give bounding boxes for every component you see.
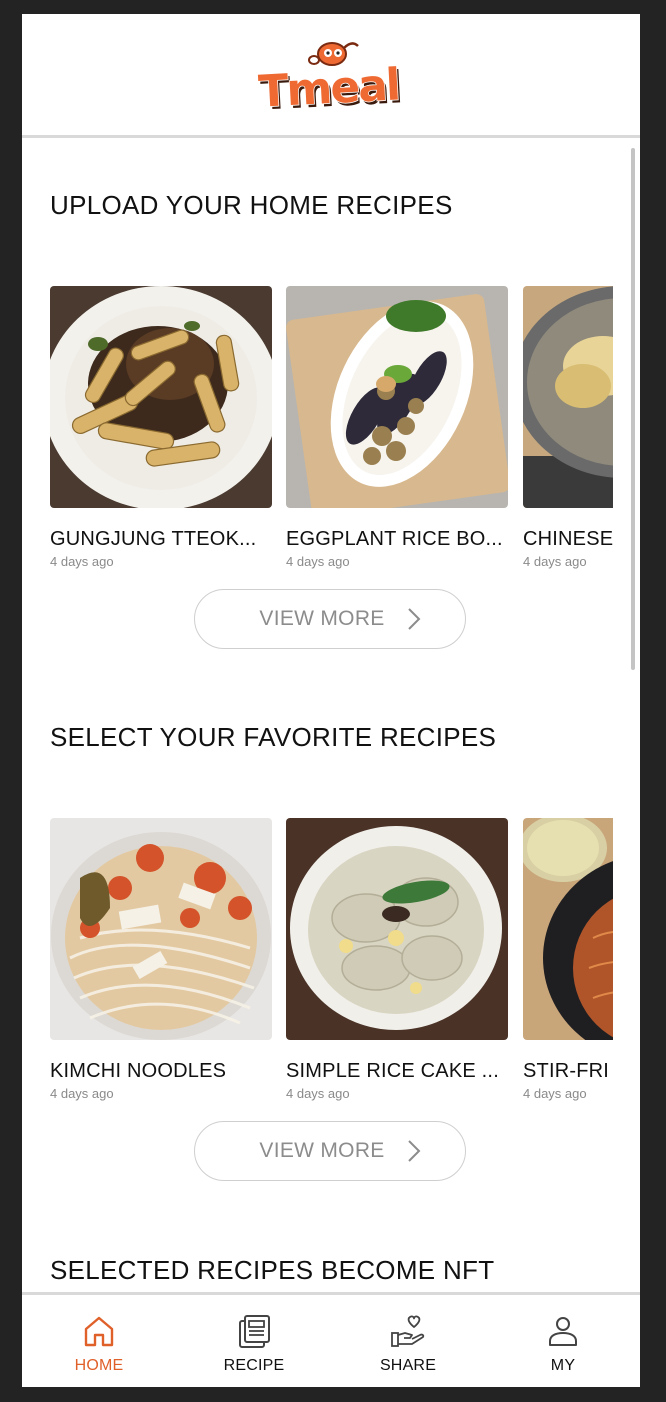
recipe-photo-stir-fried-noodles[interactable] [523, 818, 613, 1040]
recipe-card-title[interactable]: CHINESE [523, 528, 613, 551]
app-header: Tmeal Tmeal [22, 14, 640, 138]
recipe-card-title[interactable]: SIMPLE RICE CAKE ... [286, 1060, 512, 1083]
recipe-card-timestamp: 4 days ago [286, 1086, 350, 1101]
recipe-card-timestamp: 4 days ago [50, 1086, 114, 1101]
tmeal-logo[interactable]: Tmeal Tmeal [248, 36, 414, 116]
section-title: UPLOAD YOUR HOME RECIPES [50, 190, 453, 220]
view-more-button[interactable]: VIEW MORE [194, 1121, 466, 1181]
recipe-photo-eggplant-rice-bowl[interactable] [286, 286, 508, 508]
recipe-card[interactable]: GUNGJUNG TTEOK... 4 days ago [50, 286, 272, 569]
bottom-navigation: HOME RECIPE SHARE MY [22, 1292, 640, 1387]
recipe-card-title[interactable]: EGGPLANT RICE BO... [286, 528, 512, 551]
view-more-label: VIEW MORE [259, 1139, 385, 1162]
recipe-photo-chinese-dish[interactable] [523, 286, 613, 508]
recipe-photo-kimchi-noodles[interactable] [50, 818, 272, 1040]
svg-text:Tmeal: Tmeal [257, 59, 400, 116]
recipe-card[interactable]: EGGPLANT RICE BO... 4 days ago [286, 286, 508, 569]
recipe-card-title[interactable]: KIMCHI NOODLES [50, 1060, 276, 1083]
chevron-right-icon [407, 1140, 421, 1162]
nav-label: HOME [74, 1357, 124, 1374]
recipe-card[interactable]: SIMPLE RICE CAKE ... 4 days ago [286, 818, 508, 1101]
nav-item-my[interactable]: MY [498, 1295, 628, 1387]
recipe-card[interactable]: STIR-FRI 4 days ago [523, 818, 613, 1101]
section-title: SELECTED RECIPES BECOME NFT [50, 1255, 495, 1285]
recipe-card[interactable]: KIMCHI NOODLES 4 days ago [50, 818, 272, 1101]
recipe-icon [239, 1315, 270, 1348]
app-frame: Tmeal Tmeal UPLOAD YOUR HOME RECIPES GUN… [22, 14, 640, 1387]
recipe-carousel[interactable]: GUNGJUNG TTEOK... 4 days ago EGGPLANT RI… [50, 286, 613, 586]
recipe-card[interactable]: CHINESE 4 days ago [523, 286, 613, 569]
recipe-card-timestamp: 4 days ago [50, 554, 114, 569]
nav-label: SHARE [379, 1357, 437, 1374]
nav-label: RECIPE [223, 1357, 285, 1374]
nav-item-home[interactable]: HOME [34, 1295, 164, 1387]
recipe-photo-dumpling-soup[interactable] [286, 818, 508, 1040]
share-heart-hand-icon [391, 1315, 425, 1347]
scrollbar-thumb[interactable] [631, 148, 635, 670]
user-icon [549, 1317, 577, 1346]
nav-item-recipe[interactable]: RECIPE [189, 1295, 319, 1387]
home-feed[interactable]: UPLOAD YOUR HOME RECIPES GUNGJUNG TTEOK.… [22, 138, 640, 1292]
section-title: SELECT YOUR FAVORITE RECIPES [50, 722, 497, 752]
logo-wordmark: Tmeal Tmeal [256, 59, 402, 116]
recipe-card-timestamp: 4 days ago [523, 1086, 587, 1101]
nav-label: MY [550, 1357, 576, 1374]
nav-item-share[interactable]: SHARE [343, 1295, 473, 1387]
recipe-card-timestamp: 4 days ago [523, 554, 587, 569]
recipe-carousel[interactable]: KIMCHI NOODLES 4 days ago SIMPLE RICE CA… [50, 818, 613, 1118]
recipe-card-timestamp: 4 days ago [286, 554, 350, 569]
recipe-card-title[interactable]: GUNGJUNG TTEOK... [50, 528, 276, 551]
view-more-button[interactable]: VIEW MORE [194, 589, 466, 649]
recipe-photo-rice-cake[interactable] [50, 286, 272, 508]
home-icon [84, 1316, 114, 1347]
chevron-right-icon [407, 608, 421, 630]
view-more-label: VIEW MORE [259, 607, 385, 630]
recipe-card-title[interactable]: STIR-FRI [523, 1060, 613, 1083]
